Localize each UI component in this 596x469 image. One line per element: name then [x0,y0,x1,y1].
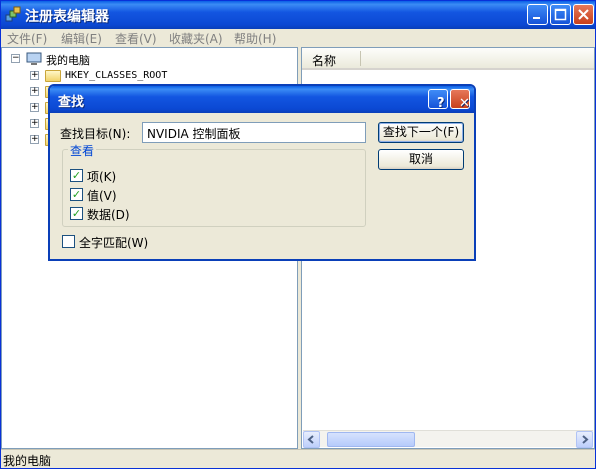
menu-edit[interactable]: 编辑(E) [61,30,102,47]
scroll-left-button[interactable] [303,431,320,448]
help-icon: ? [437,96,445,111]
expand-icon[interactable]: + [30,71,39,80]
menu-help[interactable]: 帮助(H) [234,30,276,47]
dialog-title: 查找 [58,95,85,110]
menu-file[interactable]: 文件(F) [7,30,47,47]
arrow-left-icon [307,435,314,444]
match-whole-label[interactable]: 全字匹配(W) [79,234,148,251]
look-at-label: 查看 [68,142,97,159]
keys-checkbox[interactable]: ✓ [70,169,83,182]
status-bar: 我的电脑 [1,449,595,468]
registry-editor-icon [5,6,21,22]
find-dialog: 查找 ? ✕ 查找目标(N): NVIDIA 控制面板 查找下一个(F) 取消 … [48,84,476,261]
collapse-icon[interactable]: − [11,54,20,63]
maximize-button[interactable] [550,4,571,25]
minimize-button[interactable] [527,4,548,25]
column-name[interactable]: 名称 [312,52,336,69]
dialog-title-bar[interactable]: 查找 ? ✕ [50,86,474,113]
values-label[interactable]: 值(V) [87,187,117,204]
computer-icon [26,52,42,65]
column-header[interactable]: 名称 [302,48,594,70]
expand-icon[interactable]: + [30,87,39,96]
expand-icon[interactable]: + [30,103,39,112]
horizontal-scrollbar[interactable] [303,430,593,448]
menu-favorites[interactable]: 收藏夹(A) [169,30,223,47]
scroll-thumb[interactable] [327,432,415,447]
close-icon: ✕ [459,96,470,111]
menu-bar: 文件(F) 编辑(E) 查看(V) 收藏夹(A) 帮助(H) [1,29,595,47]
match-whole-checkbox[interactable] [62,235,75,248]
expand-icon[interactable]: + [30,119,39,128]
column-divider[interactable] [360,51,361,66]
tree-root-label[interactable]: 我的电脑 [46,52,90,68]
close-button[interactable] [573,4,594,25]
keys-label[interactable]: 项(K) [87,168,116,185]
data-label[interactable]: 数据(D) [87,206,130,223]
close-icon [578,9,589,20]
find-what-input[interactable]: NVIDIA 控制面板 [142,122,366,143]
find-next-button[interactable]: 查找下一个(F) [378,122,464,143]
scroll-right-button[interactable] [576,431,593,448]
minimize-icon [533,17,540,19]
folder-icon [45,70,61,82]
help-button[interactable]: ? [428,89,448,111]
status-text: 我的电脑 [3,454,52,468]
window-title: 注册表编辑器 [25,9,109,25]
values-checkbox[interactable]: ✓ [70,188,83,201]
find-what-label: 查找目标(N): [60,127,131,141]
menu-view[interactable]: 查看(V) [115,30,157,47]
maximize-icon [554,8,567,21]
title-bar[interactable]: 注册表编辑器 [1,1,595,29]
dialog-close-button[interactable]: ✕ [450,89,470,111]
data-checkbox[interactable]: ✓ [70,207,83,220]
cancel-button[interactable]: 取消 [378,149,464,170]
tree-item-hkey-classes-root[interactable]: HKEY_CLASSES_ROOT [65,70,167,81]
expand-icon[interactable]: + [30,135,39,144]
arrow-right-icon [582,435,589,444]
